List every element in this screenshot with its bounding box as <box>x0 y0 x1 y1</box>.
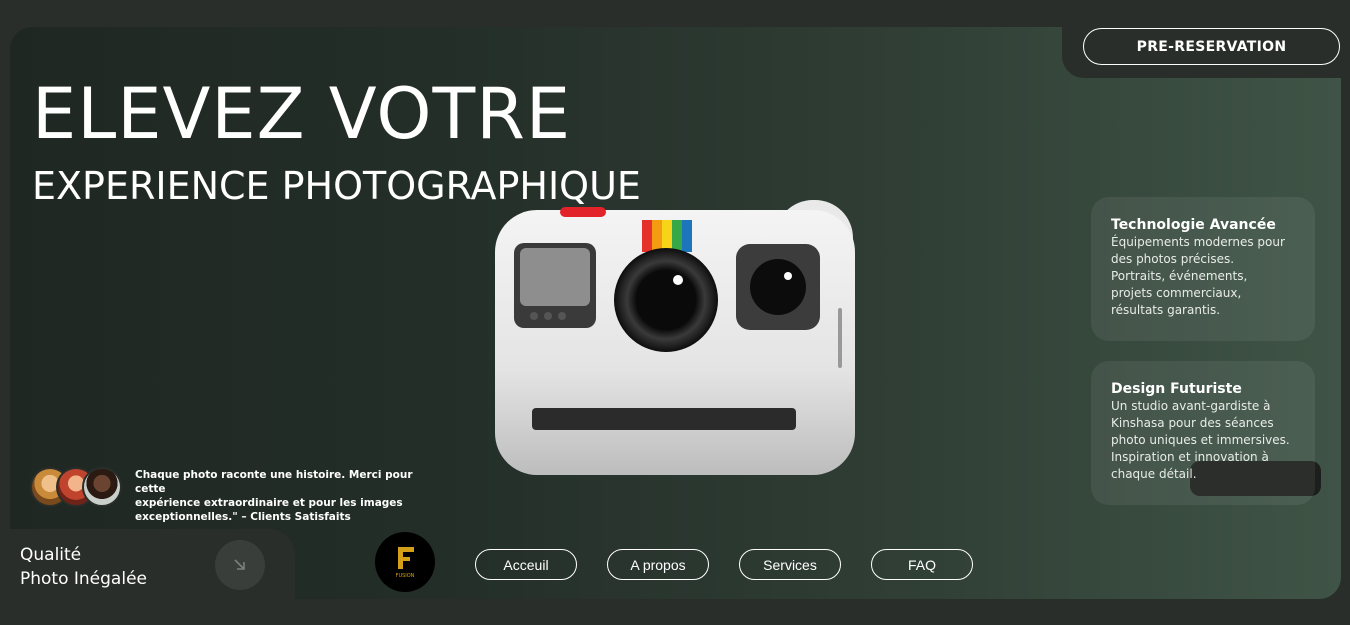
camera-image <box>495 200 855 475</box>
feature-line: projets commerciaux, <box>1111 286 1242 300</box>
feature-line: chaque détail. <box>1111 467 1197 481</box>
nav-accueil[interactable]: Acceuil <box>475 549 577 580</box>
arrow-button[interactable] <box>215 540 265 590</box>
pre-reservation-button[interactable]: PRE-RESERVATION <box>1083 28 1340 65</box>
feature-line: Portraits, événements, <box>1111 269 1248 283</box>
testimonial-text: Chaque photo raconte une histoire. Merci… <box>135 468 435 524</box>
testimonial-line: Chaque photo raconte une histoire. Merci… <box>135 469 413 495</box>
fusion-logo[interactable]: FUSION <box>375 532 435 592</box>
client-avatars <box>30 467 130 507</box>
feature-card-design: Design Futuriste Un studio avant-gardist… <box>1091 361 1315 505</box>
quality-line1: Qualité <box>20 545 82 565</box>
feature-title: Design Futuriste <box>1111 381 1242 397</box>
feature-description: Un studio avant-gardiste à Kinshasa pour… <box>1111 398 1301 483</box>
feature-line: résultats garantis. <box>1111 303 1221 317</box>
logo-text: FUSION <box>396 573 415 579</box>
feature-line: Kinshasa pour des séances <box>1111 416 1274 430</box>
feature-line: Un studio avant-gardiste à <box>1111 399 1271 413</box>
quality-text: Qualité Photo Inégalée <box>20 543 147 591</box>
feature-line: des photos précises. <box>1111 252 1235 266</box>
quality-line2: Photo Inégalée <box>20 569 147 589</box>
fusion-logo-mark: FUSION <box>396 547 415 579</box>
nav-faq[interactable]: FAQ <box>871 549 973 580</box>
avatar <box>82 467 122 507</box>
feature-title: Technologie Avancée <box>1111 217 1276 233</box>
hero-title-line1: ELEVEZ VOTRE <box>32 73 572 155</box>
testimonial-line: expérience extraordinaire et pour les im… <box>135 497 403 509</box>
feature-line: photo uniques et immersives. <box>1111 433 1290 447</box>
nav-services[interactable]: Services <box>739 549 841 580</box>
feature-line: Équipements modernes pour <box>1111 235 1285 249</box>
arrow-down-right-icon <box>234 559 245 570</box>
nav-a-propos[interactable]: A propos <box>607 549 709 580</box>
testimonial-line: exceptionnelles." – Clients Satisfaits <box>135 511 351 523</box>
feature-description: Équipements modernes pour des photos pré… <box>1111 234 1301 319</box>
feature-card-technology: Technologie Avancée Équipements modernes… <box>1091 197 1315 341</box>
feature-line: Inspiration et innovation à <box>1111 450 1269 464</box>
